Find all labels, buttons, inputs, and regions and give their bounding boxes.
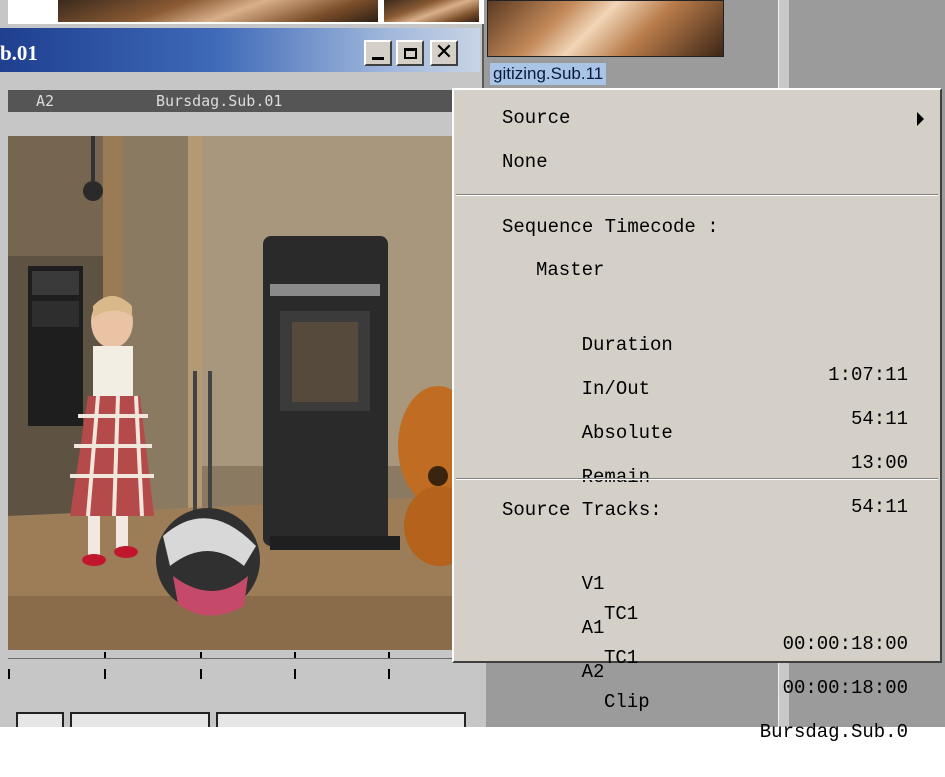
ruler-tick: [200, 652, 202, 658]
monitor-control-bar: [0, 712, 486, 727]
ruler-tick: [8, 669, 10, 679]
menu-item-master[interactable]: Master: [536, 255, 604, 285]
menu-item-remain[interactable]: Remain 54:11: [536, 432, 908, 518]
menu-separator: [456, 478, 938, 480]
video-frame-image: [8, 136, 454, 650]
window-titlebar[interactable]: b.01 ✕: [0, 28, 480, 72]
menu-item-in-out[interactable]: In/Out 54:11: [536, 344, 908, 430]
timecode-value: 54:11: [850, 496, 908, 518]
menu-header-source-tracks: Source Tracks:: [502, 499, 662, 521]
menu-item-absolute[interactable]: Absolute 13:00: [536, 388, 908, 474]
minimize-icon: [372, 56, 384, 60]
source-track-value: 00:00:18:00: [782, 677, 908, 699]
close-button[interactable]: ✕: [430, 40, 458, 66]
clip-name-label[interactable]: gitizing.Sub.11: [490, 63, 607, 85]
menu-item-none[interactable]: None: [502, 147, 548, 177]
context-menu: Source None Sequence Timecode : Master D…: [452, 88, 942, 743]
ruler-tick: [388, 652, 390, 658]
source-track-tc: Clip: [604, 691, 650, 713]
source-track-id: A2: [581, 661, 605, 683]
timecode-label: Remain: [581, 466, 651, 488]
ruler-tick: [388, 669, 390, 679]
menu-item-duration[interactable]: Duration 1:07:11: [536, 300, 908, 386]
clip-thumbnail-selected[interactable]: [487, 0, 724, 57]
clip-thumbnail[interactable]: [384, 0, 479, 22]
maximize-button[interactable]: [396, 40, 424, 66]
submenu-arrow-icon: [917, 112, 924, 126]
monitor-track-bar[interactable]: A2 Bursdag.Sub.01: [8, 90, 452, 112]
menu-separator: [456, 194, 938, 196]
position-bar-line: [8, 658, 486, 659]
minimize-button[interactable]: [364, 40, 392, 66]
maximize-icon: [403, 47, 417, 59]
clip-thumbnail[interactable]: [58, 0, 378, 22]
track-id: A2: [36, 92, 55, 110]
transport-button[interactable]: [16, 712, 64, 727]
video-frame[interactable]: [8, 136, 454, 650]
source-monitor-window: b.01 ✕ A2 Bursdag.Sub.01: [0, 24, 484, 650]
source-track-value: Bursdag.Sub.0: [759, 721, 908, 743]
ruler-tick: [200, 669, 202, 679]
ruler-tick: [294, 652, 296, 658]
position-bar[interactable]: [8, 650, 486, 690]
ruler-tick: [294, 669, 296, 679]
menu-item-source-track[interactable]: A2 Clip Bursdag.Sub.0: [536, 627, 908, 743]
menu-item-source-track[interactable]: A1 TC1 00:00:18:00: [536, 583, 908, 699]
transport-button[interactable]: [216, 712, 466, 727]
ruler-tick: [104, 652, 106, 658]
menu-item-source[interactable]: Source: [502, 103, 570, 133]
transport-button[interactable]: [70, 712, 210, 727]
menu-item-source-track[interactable]: V1 TC1 00:00:18:00: [536, 539, 908, 655]
window-title: b.01: [0, 41, 38, 65]
close-icon: ✕: [434, 40, 454, 65]
menu-header-sequence-timecode: Sequence Timecode :: [502, 216, 719, 238]
clip-name: Bursdag.Sub.01: [156, 92, 283, 110]
ruler-tick: [104, 669, 106, 679]
